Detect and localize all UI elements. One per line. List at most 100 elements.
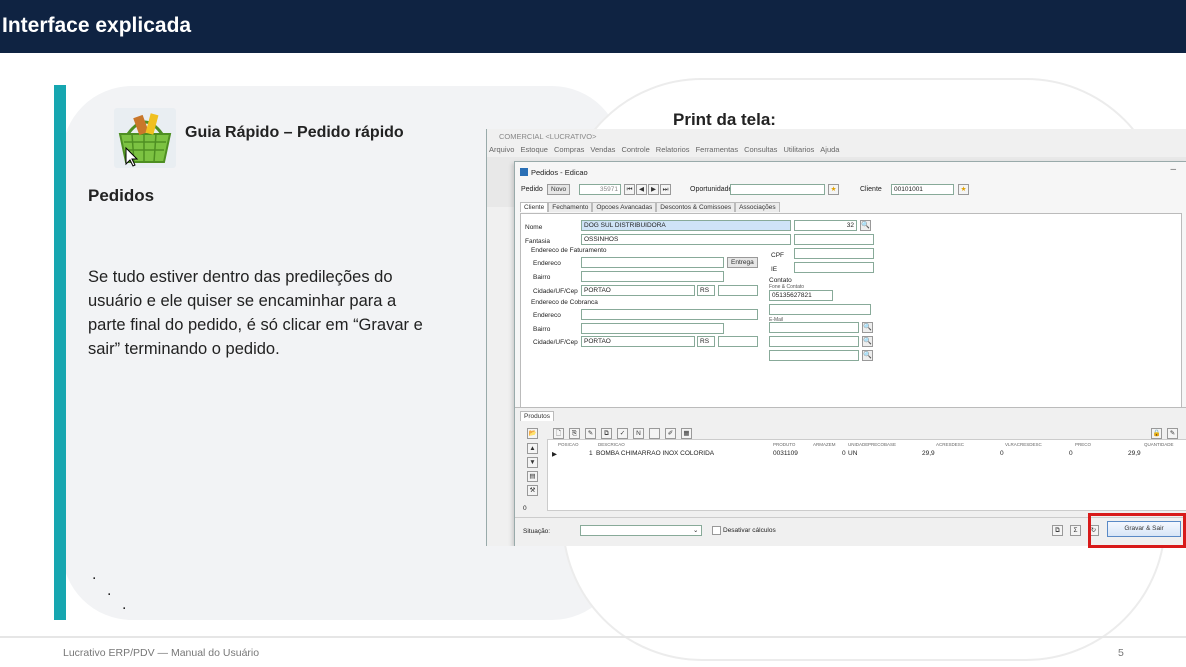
uf-field[interactable]: RS	[697, 285, 715, 296]
tab-cliente[interactable]: Cliente	[520, 202, 549, 212]
fone-field[interactable]: 05135627821	[769, 290, 833, 301]
menu-item[interactable]: Utilitarios	[783, 145, 814, 154]
menu-item[interactable]: Arquivo	[489, 145, 514, 154]
grid-header: POSICAO	[558, 442, 579, 447]
chevron-down-icon[interactable]: ⌄	[693, 526, 698, 534]
save-icon[interactable]: ▤	[527, 471, 538, 482]
up-icon[interactable]: ▲	[527, 443, 538, 454]
cell-produto: 0031109	[773, 450, 798, 457]
fantasia-label: Fantasia	[525, 238, 550, 245]
new-doc-icon[interactable]: 🗋	[553, 428, 564, 439]
tab-opcoes[interactable]: Opcoes Avancadas	[592, 202, 657, 212]
endereco-cob-field[interactable]	[581, 309, 758, 320]
next-icon[interactable]: ▶	[648, 184, 659, 195]
cep-cob-field[interactable]	[718, 336, 758, 347]
desativar-checkbox[interactable]	[712, 526, 721, 535]
menu-item[interactable]: Consultas	[744, 145, 777, 154]
lock-icon[interactable]: 🔒	[1151, 428, 1162, 439]
print-label: Print da tela:	[673, 110, 776, 129]
cell-vlracres: 0	[1069, 450, 1073, 457]
novo-button[interactable]: Novo	[547, 184, 571, 195]
menu-item[interactable]: Ferramentas	[696, 145, 739, 154]
cliente-code-field[interactable]: 00101001	[891, 184, 954, 195]
prev-icon[interactable]: ◀	[636, 184, 647, 195]
faturamento-label: Endereco de Faturamento	[531, 247, 607, 254]
cobranca-label: Endereco de Cobranca	[531, 299, 598, 306]
menu-item[interactable]: Controle	[621, 145, 649, 154]
grid-header: VLRACRESDESC	[1005, 442, 1042, 447]
star-icon[interactable]: ★	[958, 184, 969, 195]
bairro-label: Bairro	[533, 274, 551, 281]
cliente-label: Cliente	[860, 186, 882, 193]
tab-produtos[interactable]: Produtos	[520, 411, 555, 421]
last-icon[interactable]: ⏭	[660, 184, 671, 195]
cpf-field[interactable]	[794, 248, 874, 259]
entrega-button[interactable]: Entrega	[727, 257, 758, 268]
tab-associacoes[interactable]: Associações	[735, 202, 780, 212]
window-icon	[520, 168, 528, 176]
app-title: COMERCIAL <LUCRATIVO>	[499, 132, 597, 141]
contato-field[interactable]	[769, 304, 871, 315]
oportunidade-field[interactable]	[730, 184, 825, 195]
folder-icon[interactable]: 📂	[527, 428, 538, 439]
cep-field[interactable]	[718, 285, 758, 296]
bairro-field[interactable]	[581, 271, 724, 282]
menu-item[interactable]: Ajuda	[820, 145, 839, 154]
tab-fechamento[interactable]: Fechamento	[548, 202, 593, 212]
highlight-box	[1088, 513, 1186, 548]
bairro-cob-field[interactable]	[581, 323, 724, 334]
search-icon[interactable]: 🔍	[862, 350, 873, 361]
edit-icon[interactable]: ✎	[585, 428, 596, 439]
email-field-1[interactable]	[769, 322, 859, 333]
search-icon[interactable]: 🔍	[862, 322, 873, 333]
cell-desc: BOMBA CHIMARRAO INOX COLORIDA	[596, 450, 715, 457]
grid-header: PRECO	[1075, 442, 1092, 447]
fantasia-field[interactable]: OSSINHOS	[581, 234, 791, 245]
email-field-2[interactable]	[769, 336, 859, 347]
menu-item[interactable]: Relatorios	[656, 145, 690, 154]
app-menu: Arquivo Estoque Compras Vendas Controle …	[489, 145, 839, 154]
situacao-select[interactable]	[580, 525, 702, 536]
footer-divider	[0, 636, 1186, 638]
cidade-field[interactable]: PORTAO	[581, 285, 695, 296]
window-title: Pedidos - Edicao	[531, 168, 588, 177]
pedidos-window: Pedidos - Edicao – Pedido Novo 35971 ⏮ ◀…	[514, 161, 1186, 546]
nome-label: Nome	[525, 224, 543, 231]
n-icon[interactable]: N	[633, 428, 644, 439]
down-icon[interactable]: ▼	[527, 457, 538, 468]
endereco-field[interactable]	[581, 257, 724, 268]
grid-header: PRECOBASE	[868, 442, 897, 447]
ie-field[interactable]	[794, 262, 874, 273]
dot-3: .	[122, 596, 127, 613]
open-icon[interactable]: ⎘	[569, 428, 580, 439]
first-icon[interactable]: ⏮	[624, 184, 635, 195]
minimize-icon[interactable]: –	[1170, 164, 1176, 175]
sigma-icon[interactable]: Σ	[1070, 525, 1081, 536]
guide-title: Guia Rápido – Pedido rápido	[185, 124, 404, 141]
menu-item[interactable]: Vendas	[590, 145, 615, 154]
nome-code-field[interactable]: 32	[794, 220, 857, 231]
pen-icon[interactable]: ✐	[665, 428, 676, 439]
uf-cob-field[interactable]: RS	[697, 336, 715, 347]
cell-preco: 29,9	[1128, 450, 1141, 457]
calc-icon[interactable]: ⧉	[1052, 525, 1063, 536]
copy-icon[interactable]: ⧉	[601, 428, 612, 439]
section-title: Pedidos	[88, 186, 155, 205]
cidade-cob-field[interactable]: PORTAO	[581, 336, 695, 347]
fantasia-extra-field[interactable]	[794, 234, 874, 245]
grid-icon[interactable]: ▦	[681, 428, 692, 439]
tab-descontos[interactable]: Descontos & Comissoes	[656, 202, 736, 212]
email-field-3[interactable]	[769, 350, 859, 361]
star-icon[interactable]: ★	[828, 184, 839, 195]
blank-icon[interactable]	[649, 428, 660, 439]
menu-item[interactable]: Estoque	[520, 145, 548, 154]
row-pointer-icon: ▶	[552, 451, 557, 458]
check-icon[interactable]: ✓	[617, 428, 628, 439]
nome-field[interactable]: DOG SUL DISTRIBUIDORA	[581, 220, 791, 231]
notes-icon[interactable]: ✎	[1167, 428, 1178, 439]
menu-item[interactable]: Compras	[554, 145, 584, 154]
search-icon[interactable]: 🔍	[862, 336, 873, 347]
search-icon[interactable]: 🔍	[860, 220, 871, 231]
grid-header: QUANTIDADE	[1144, 442, 1174, 447]
tool-icon[interactable]: ⚒	[527, 485, 538, 496]
